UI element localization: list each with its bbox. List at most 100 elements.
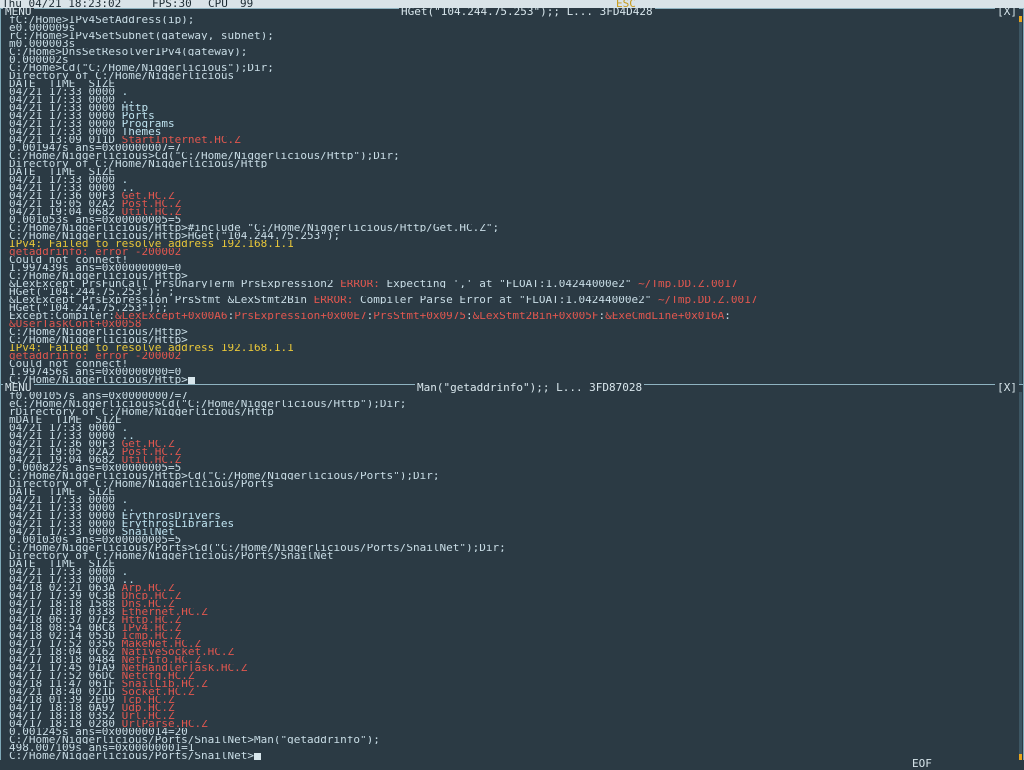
menu-button[interactable]: MENU (3, 6, 34, 17)
directory-link[interactable]: Programs (122, 120, 175, 128)
terminal-line: 0.001245s ans=0x00000014=20 (9, 728, 1019, 736)
file-link[interactable]: PrsExpression+0x00E7 (234, 312, 366, 320)
terminal-text: 04/18 06:37 07E2 (9, 616, 122, 624)
menu-button[interactable]: MENU (3, 382, 34, 393)
file-link[interactable]: Udp.HC.Z (122, 704, 175, 712)
terminal-line: 04/21 17:36 00F3 Get.HC.Z (9, 440, 1019, 448)
terminal-text: C:/Home/Niggerlicious/Ports/SnailNet> (9, 752, 255, 760)
directory-link[interactable]: .. (122, 96, 135, 104)
terminal-output[interactable]: f0.001057s ans=0x00000007=7 eC:/Home/Nigg… (9, 392, 1019, 760)
directory-link[interactable]: Http (122, 104, 149, 112)
file-link[interactable]: NativeSocket.HC.Z (122, 648, 235, 656)
terminal-output[interactable]: fC:/Home>IPv4SetAddress(ip); e0.000009s rC… (9, 16, 1019, 384)
file-link[interactable]: UrlParse.HC.Z (122, 720, 208, 728)
directory-link[interactable]: SnailNet (122, 528, 175, 536)
terminal-text: 04/21 18:04 0C62 (9, 648, 122, 656)
file-link[interactable]: Post.HC.Z (122, 448, 182, 456)
file-link[interactable]: IPv4.HC.Z (122, 624, 182, 632)
file-link[interactable]: Dns.HC.Z (122, 600, 175, 608)
file-link[interactable]: Post.HC.Z (122, 200, 182, 208)
terminal-line: C:/Home/Niggerlicious/Http>Cd("C:/Home/N… (9, 472, 1019, 480)
file-link[interactable]: Url.HC.Z (122, 712, 175, 720)
window-title: Man("getaddrinfo");; L... 3FD87028 (415, 381, 645, 394)
terminal-text: C:/Home/Niggerlicious/Http> (9, 336, 188, 344)
terminal-line: IPv4: Failed to resolve address 192.168.… (9, 344, 1019, 352)
terminal-text: Could not connect! (9, 360, 129, 368)
file-link[interactable]: Arp.HC.Z (122, 584, 175, 592)
directory-link[interactable]: . (122, 568, 129, 576)
file-link[interactable]: &LexExcept+0x00A6 (115, 312, 228, 320)
scrollbar-thumb[interactable] (1019, 16, 1022, 22)
terminal-text: ERROR: (313, 296, 354, 304)
terminal-text: 04/21 17:33 0000 (9, 432, 122, 440)
file-link[interactable]: Get.HC.Z (122, 440, 175, 448)
file-link[interactable]: Icmp.HC.Z (122, 632, 182, 640)
terminal-text: 04/21 17:33 0000 (9, 424, 122, 432)
terminal-text: 04/17 17:52 06DC (9, 672, 122, 680)
directory-link[interactable]: . (122, 176, 129, 184)
terminal-line: IPv4: Failed to resolve address 192.168.… (9, 240, 1019, 248)
scrollbar[interactable] (1019, 16, 1022, 384)
terminal-text: 0.001053s ans=0x00000005=5 (9, 216, 182, 224)
file-link[interactable]: Util.HC.Z (122, 456, 182, 464)
terminal-line: C:/Home>Cd("C:/Home/Niggerlicious");Dir; (9, 64, 1019, 72)
terminal-line: C:/Home/Niggerlicious/Http>HGet("104.244… (9, 232, 1019, 240)
terminal-line: 04/21 17:33 0000 .. (9, 504, 1019, 512)
file-link[interactable]: ~/Tmp.DD.Z.0017 (658, 296, 757, 304)
directory-link[interactable]: Themes (122, 128, 162, 136)
directory-link[interactable]: .. (122, 432, 135, 440)
file-link[interactable]: Netcfg.HC.Z (122, 672, 195, 680)
terminal-line: 0.001030s ans=0x00000005=5 (9, 536, 1019, 544)
terminal-text: rC:/Home>IPv4SetSubnet(gateway, subnet); (9, 32, 274, 40)
directory-link[interactable]: . (122, 496, 129, 504)
terminal-line: C:/Home/Niggerlicious/Ports>Cd("C:/Home/… (9, 544, 1019, 552)
terminal-text: DATE_ TIME_ SIZE (9, 488, 115, 496)
terminal-window-2[interactable]: MENU Man("getaddrinfo");; L... 3FD87028 … (0, 381, 1024, 760)
terminal-line: 04/18 01:39 2ED9 Tcp.HC.Z (9, 696, 1019, 704)
terminal-line: 0.001053s ans=0x00000005=5 (9, 216, 1019, 224)
directory-link[interactable]: ErythrosDrivers (122, 512, 221, 520)
file-link[interactable]: SnailLib.HC.Z (122, 680, 208, 688)
terminal-line: C:/Home/Niggerlicious/Ports/SnailNet> (9, 752, 1019, 760)
directory-link[interactable]: . (122, 88, 129, 96)
file-link[interactable]: StartInternet.HC.Z (122, 136, 241, 144)
terminal-text: 04/18 01:39 2ED9 (9, 696, 122, 704)
close-button[interactable]: [X] (995, 6, 1019, 17)
file-link[interactable]: NetHandlerTask.HC.Z (122, 664, 248, 672)
terminal-line: 1.997456s ans=0x00000000=0 (9, 368, 1019, 376)
terminal-window-1[interactable]: MENU HGet("104.244.75.253");; L... 3FD4D… (0, 6, 1024, 384)
directory-link[interactable]: Ports (122, 112, 155, 120)
terminal-line: Except:Compiler:&LexExcept+0x00A6: PrsExp… (9, 312, 1019, 320)
file-link[interactable]: Util.HC.Z (122, 208, 182, 216)
terminal-line: 04/21 17:45 01A9 NetHandlerTask.HC.Z (9, 664, 1019, 672)
terminal-text: : (724, 312, 731, 320)
directory-link[interactable]: ErythrosLibraries (122, 520, 235, 528)
close-button[interactable]: [X] (995, 382, 1019, 393)
file-link[interactable]: &ExeCmdLine+0x016A (605, 312, 724, 320)
terminal-text: C:/Home/Niggerlicious>Cd("C:/Home/Nigger… (9, 152, 400, 160)
directory-link[interactable]: .. (122, 576, 135, 584)
file-link[interactable]: Dhcp.HC.Z (122, 592, 182, 600)
file-link[interactable]: PrsStmt+0x0975 (373, 312, 466, 320)
file-link[interactable]: &LexStmt2Bin+0x005F (473, 312, 599, 320)
terminal-text: 04/21 17:33 0000 (9, 128, 122, 136)
terminal-line: 04/21 17:33 0000 . (9, 88, 1019, 96)
file-link[interactable]: Http.HC.Z (122, 616, 182, 624)
file-link[interactable]: Socket.HC.Z (122, 688, 195, 696)
directory-link[interactable]: . (122, 424, 129, 432)
file-link[interactable]: NetFifo.HC.Z (122, 656, 201, 664)
terminal-text: 04/21 17:33 0000 (9, 520, 122, 528)
file-link[interactable]: Get.HC.Z (122, 192, 175, 200)
terminal-text: ERROR: (340, 280, 380, 288)
file-link[interactable]: ~/Tmp.DD.Z.0017 (638, 280, 737, 288)
file-link[interactable]: &UserTaskCont+0x0058 (9, 320, 141, 328)
file-link[interactable]: MakeNet.HC.Z (122, 640, 201, 648)
terminal-line: 0.001947s ans=0x00000007=7 (9, 144, 1019, 152)
scrollbar[interactable] (1019, 392, 1022, 760)
terminal-line: e0.000009s (9, 24, 1019, 32)
file-link[interactable]: Tcp.HC.Z (122, 696, 175, 704)
file-link[interactable]: Ethernet.HC.Z (122, 608, 208, 616)
directory-link[interactable]: .. (122, 504, 135, 512)
directory-link[interactable]: .. (122, 184, 135, 192)
cpu-value: 99 (240, 0, 254, 10)
